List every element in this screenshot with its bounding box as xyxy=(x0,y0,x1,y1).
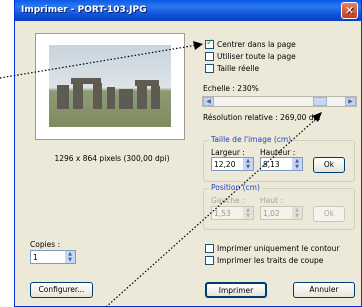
pointer-line-center xyxy=(0,44,198,79)
annotation-arrows xyxy=(0,41,322,307)
arrow-head-icon xyxy=(312,112,322,122)
pointer-line-resolution xyxy=(105,116,319,307)
arrow-head-icon xyxy=(193,41,203,50)
